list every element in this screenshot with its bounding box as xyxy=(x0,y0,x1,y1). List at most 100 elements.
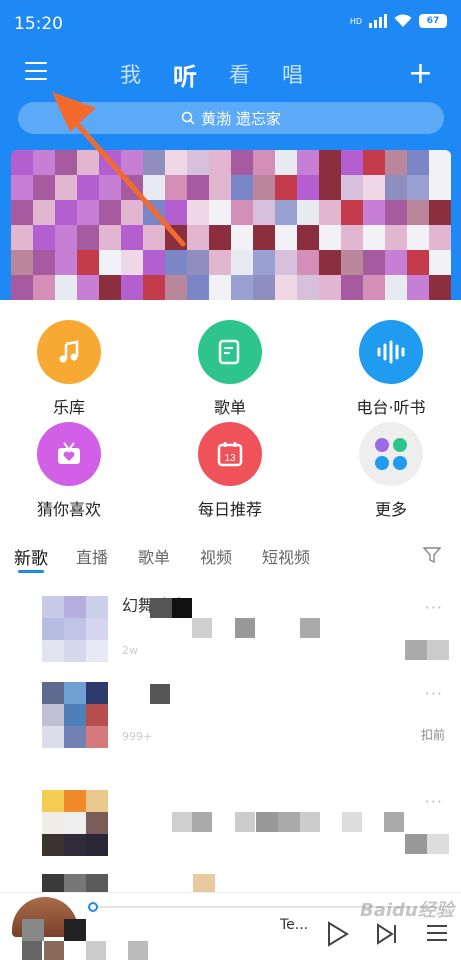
banner-mosaic-tile xyxy=(253,150,275,175)
banner-mosaic-tile xyxy=(55,275,77,300)
banner-mosaic-tile xyxy=(429,225,451,250)
banner-mosaic-tile xyxy=(231,250,253,275)
quick-entry-grid: 乐库 歌单 电台·听书 猜你喜欢 13 每日推荐 更多 xyxy=(0,320,461,520)
banner-mosaic-tile xyxy=(165,200,187,225)
status-bar: 15:20 HD 67 xyxy=(0,0,461,48)
banner-mosaic-tile xyxy=(429,200,451,225)
banner-mosaic-tile xyxy=(297,250,319,275)
tab-videos[interactable]: 视频 xyxy=(200,544,232,568)
banner-mosaic-tile xyxy=(121,150,143,175)
tab-playlists[interactable]: 歌单 xyxy=(138,544,170,568)
song-cover xyxy=(42,682,108,748)
entry-label: 电台·听书 xyxy=(356,398,426,417)
banner-mosaic-tile xyxy=(297,175,319,200)
promo-banner[interactable] xyxy=(11,150,451,300)
banner-mosaic-tile xyxy=(165,250,187,275)
song-side-text: 扣前 xyxy=(420,728,445,742)
banner-mosaic-tile xyxy=(253,275,275,300)
player-progress-knob[interactable] xyxy=(88,902,98,912)
banner-mosaic-tile xyxy=(275,150,297,175)
banner-mosaic xyxy=(11,150,451,300)
banner-mosaic-tile xyxy=(165,175,187,200)
banner-mosaic-tile xyxy=(99,250,121,275)
song-row[interactable]: 幻舞玲珑 2w ··· xyxy=(0,596,461,696)
banner-mosaic-tile xyxy=(187,200,209,225)
banner-mosaic-tile xyxy=(385,200,407,225)
tab-short-videos[interactable]: 短视频 xyxy=(262,544,310,568)
banner-mosaic-tile xyxy=(363,225,385,250)
entry-guess-you-like[interactable]: 猜你喜欢 xyxy=(14,422,124,520)
more-apps-icon xyxy=(359,422,423,486)
banner-mosaic-tile xyxy=(341,225,363,250)
banner-mosaic-tile xyxy=(143,225,165,250)
active-tab-indicator xyxy=(18,570,44,573)
radio-heart-icon xyxy=(37,422,101,486)
banner-mosaic-tile xyxy=(99,150,121,175)
next-track-icon[interactable] xyxy=(376,923,398,945)
tab-live[interactable]: 直播 xyxy=(76,544,108,568)
banner-mosaic-tile xyxy=(209,225,231,250)
banner-mosaic-tile xyxy=(275,225,297,250)
banner-mosaic-tile xyxy=(33,225,55,250)
tab-watch[interactable]: 看 xyxy=(229,59,250,89)
filter-icon[interactable] xyxy=(423,546,441,564)
banner-mosaic-tile xyxy=(407,175,429,200)
banner-mosaic-tile xyxy=(165,225,187,250)
more-options-icon[interactable]: ··· xyxy=(425,684,443,703)
wifi-icon xyxy=(394,14,412,27)
banner-mosaic-tile xyxy=(55,200,77,225)
banner-mosaic-tile xyxy=(319,225,341,250)
entry-daily-recommend[interactable]: 13 每日推荐 xyxy=(175,422,285,520)
banner-mosaic-tile xyxy=(143,275,165,300)
banner-mosaic-tile xyxy=(231,275,253,300)
tab-listen[interactable]: 听 xyxy=(173,57,197,92)
banner-mosaic-tile xyxy=(385,225,407,250)
entry-radio[interactable]: 电台·听书 xyxy=(336,320,446,418)
banner-mosaic-tile xyxy=(385,250,407,275)
song-row[interactable]: 999+ ··· 扣前 xyxy=(0,682,461,782)
search-placeholder: 黄渤 遗忘家 xyxy=(201,109,281,128)
banner-mosaic-tile xyxy=(297,200,319,225)
plus-icon[interactable]: + xyxy=(408,59,433,89)
banner-mosaic-tile xyxy=(99,200,121,225)
banner-mosaic-tile xyxy=(187,150,209,175)
search-bar[interactable]: 黄渤 遗忘家 xyxy=(18,102,444,134)
banner-mosaic-tile xyxy=(407,150,429,175)
banner-mosaic-tile xyxy=(99,225,121,250)
more-options-icon[interactable]: ··· xyxy=(425,792,443,811)
banner-mosaic-tile xyxy=(121,175,143,200)
banner-mosaic-tile xyxy=(77,200,99,225)
banner-mosaic-tile xyxy=(187,175,209,200)
banner-mosaic-tile xyxy=(385,275,407,300)
play-icon[interactable] xyxy=(327,921,349,947)
entry-playlist[interactable]: 歌单 xyxy=(175,320,285,418)
hamburger-menu-icon[interactable] xyxy=(25,62,47,82)
calendar-icon: 13 xyxy=(198,422,262,486)
banner-mosaic-tile xyxy=(363,175,385,200)
playlist-queue-icon[interactable] xyxy=(427,925,447,943)
banner-mosaic-tile xyxy=(363,200,385,225)
banner-mosaic-tile xyxy=(209,275,231,300)
banner-mosaic-tile xyxy=(429,175,451,200)
banner-mosaic-tile xyxy=(55,250,77,275)
more-options-icon[interactable]: ··· xyxy=(425,598,443,617)
banner-mosaic-tile xyxy=(143,250,165,275)
banner-mosaic-tile xyxy=(55,225,77,250)
banner-mosaic-tile xyxy=(165,150,187,175)
tab-me[interactable]: 我 xyxy=(120,59,141,89)
banner-mosaic-tile xyxy=(275,175,297,200)
tab-sing[interactable]: 唱 xyxy=(282,59,303,89)
battery-icon: 67 xyxy=(419,14,447,28)
banner-mosaic-tile xyxy=(11,200,33,225)
banner-mosaic-tile xyxy=(341,175,363,200)
banner-mosaic-tile xyxy=(275,250,297,275)
entry-library[interactable]: 乐库 xyxy=(14,320,124,418)
banner-mosaic-tile xyxy=(341,275,363,300)
entry-more[interactable]: 更多 xyxy=(336,422,446,520)
tab-new-songs[interactable]: 新歌 xyxy=(14,544,48,569)
banner-mosaic-tile xyxy=(341,200,363,225)
banner-mosaic-tile xyxy=(165,275,187,300)
banner-mosaic-tile xyxy=(341,150,363,175)
banner-mosaic-tile xyxy=(297,150,319,175)
banner-mosaic-tile xyxy=(11,175,33,200)
